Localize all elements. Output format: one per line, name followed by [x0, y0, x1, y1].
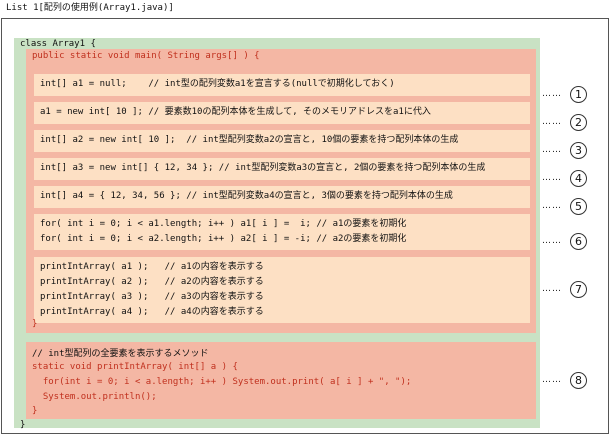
code-line: printIntArray( a4 ); // a4の内容を表示する: [40, 307, 264, 317]
class-block: class Array1 { public static void main( …: [14, 38, 540, 430]
class-close: }: [20, 420, 26, 430]
circled-number: 7: [570, 280, 587, 298]
code-line: printIntArray( a1 ); // a1の内容を表示する: [40, 262, 264, 272]
leader-dots: ……: [542, 201, 562, 211]
leader-dots: ……: [542, 284, 562, 294]
leader-dots: ……: [542, 89, 562, 99]
leader-dots: ……: [542, 236, 562, 246]
main-method-block: public static void main( String args[] )…: [26, 49, 536, 333]
statement-5: int[] a4 = { 12, 34, 56 }; // int型配列変数a4…: [34, 186, 530, 208]
helper-body-line: System.out.println();: [32, 392, 157, 402]
circled-number: 5: [570, 197, 587, 215]
circled-number: 3: [570, 141, 587, 159]
circled-number: 2: [570, 113, 587, 131]
circled-number: 6: [570, 232, 587, 250]
annotation-2: …… 2: [542, 112, 587, 132]
annotation-4: …… 4: [542, 168, 587, 188]
helper-close: }: [32, 406, 38, 416]
statement-6: for( int i = 0; i < a1.length; i++ ) a1[…: [34, 214, 530, 250]
annotation-7: …… 7: [542, 279, 587, 299]
statement-4: int[] a3 = new int[] { 12, 34 }; // int型…: [34, 158, 530, 180]
code-line: a1 = new int[ 10 ]; // 要素数10の配列本体を生成して, …: [40, 107, 431, 117]
code-line: int[] a2 = new int[ 10 ]; // int型配列変数a2の…: [40, 135, 459, 145]
annotation-6: …… 6: [542, 231, 587, 251]
listing-title: List 1[配列の使用例(Array1.java)]: [6, 3, 174, 13]
listing-frame: class Array1 { public static void main( …: [1, 18, 609, 434]
leader-dots: ……: [542, 145, 562, 155]
method-close: }: [32, 319, 38, 329]
method-header: public static void main( String args[] )…: [32, 51, 260, 61]
annotation-1: …… 1: [542, 84, 587, 104]
leader-dots: ……: [542, 117, 562, 127]
helper-body-line: for(int i = 0; i < a.length; i++ ) Syste…: [32, 377, 412, 387]
leader-dots: ……: [542, 375, 562, 385]
code-line: for( int i = 0; i < a1.length; i++ ) a1[…: [40, 219, 407, 229]
annotation-8: …… 8: [542, 370, 587, 390]
helper-header: static void printIntArray( int[] a ) {: [32, 362, 238, 372]
code-line: for( int i = 0; i < a2.length; i++ ) a2[…: [40, 234, 407, 244]
code-line: int[] a4 = { 12, 34, 56 }; // int型配列変数a4…: [40, 191, 453, 201]
statement-2: a1 = new int[ 10 ]; // 要素数10の配列本体を生成して, …: [34, 102, 530, 124]
annotation-5: …… 5: [542, 196, 587, 216]
statement-1: int[] a1 = null; // int型の配列変数a1を宣言する(nul…: [34, 74, 530, 96]
code-line: int[] a3 = new int[] { 12, 34 }; // int型…: [40, 163, 486, 173]
annotation-3: …… 3: [542, 140, 587, 160]
circled-number: 1: [570, 85, 587, 103]
statement-7: printIntArray( a1 ); // a1の内容を表示する print…: [34, 257, 530, 323]
helper-method-block: // int型配列の全要素を表示するメソッド static void print…: [26, 342, 536, 419]
leader-dots: ……: [542, 173, 562, 183]
circled-number: 8: [570, 371, 587, 389]
code-line: printIntArray( a2 ); // a2の内容を表示する: [40, 277, 264, 287]
circled-number: 4: [570, 169, 587, 187]
code-line: int[] a1 = null; // int型の配列変数a1を宣言する(nul…: [40, 79, 395, 89]
code-line: printIntArray( a3 ); // a3の内容を表示する: [40, 292, 264, 302]
statement-3: int[] a2 = new int[ 10 ]; // int型配列変数a2の…: [34, 130, 530, 152]
